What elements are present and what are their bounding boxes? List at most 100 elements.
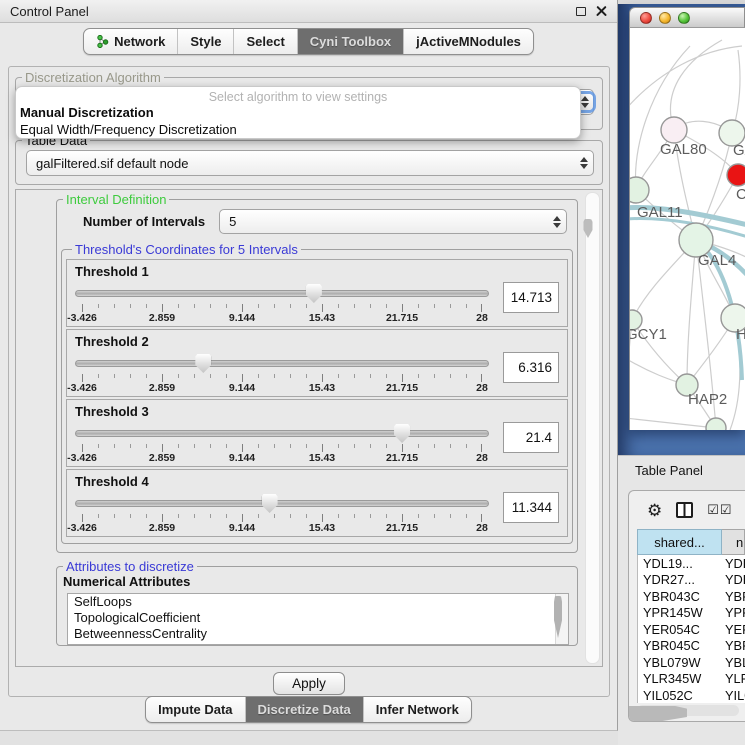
tab-jactivemnodules[interactable]: jActiveMNodules [403, 29, 533, 54]
control-panel-title: Control Panel [10, 4, 89, 19]
popup-item-equal-width-frequency[interactable]: Equal Width/Frequency Discretization [16, 121, 580, 138]
threshold-panel-1: Threshold 1 -3.426 [66, 259, 568, 327]
top-tabbar: Network Style Select Cyni Toolbox jActiv… [0, 23, 617, 59]
svg-text:GA: GA [733, 142, 745, 159]
network-view-window: GAL80 GA C GAL11 GAL4 GCY1 H HAP2 [629, 7, 745, 430]
list-item[interactable]: SelfLoops [68, 594, 568, 610]
numerical-attributes-list[interactable]: SelfLoops TopologicalCoefficient Between… [67, 593, 569, 645]
gear-icon[interactable]: ⚙ [647, 502, 662, 519]
table-panel-titlebar: Table Panel [618, 455, 745, 485]
node-partial-bottom[interactable] [706, 418, 726, 430]
table-row[interactable]: YER054CYER0 [638, 621, 745, 638]
node-gal80[interactable] [661, 117, 687, 143]
tab-network[interactable]: Network [84, 29, 177, 54]
numerical-attributes-label: Numerical Attributes [63, 574, 577, 589]
close-traffic-light-icon[interactable] [640, 12, 652, 24]
threshold-3-slider-thumb[interactable] [394, 424, 410, 443]
slider-track [75, 500, 489, 507]
tab-select[interactable]: Select [233, 29, 296, 54]
cyni-settings-panel: Discretization Algorithm Select algorith… [8, 66, 610, 697]
svg-text:GAL80: GAL80 [660, 141, 707, 158]
algorithm-dropdown-popup: Select algorithm to view settings Manual… [15, 86, 581, 139]
tab-impute-data[interactable]: Impute Data [146, 697, 244, 722]
svg-text:GAL4: GAL4 [698, 252, 736, 269]
tick-marks [82, 304, 482, 312]
float-window-icon[interactable] [576, 7, 586, 16]
table-row[interactable]: YPR145WYPR1 [638, 605, 745, 622]
close-icon[interactable] [596, 6, 607, 17]
table-row[interactable]: YBL079WYBL0 [638, 654, 745, 671]
threshold-4-value-field[interactable] [503, 492, 559, 523]
svg-text:HAP2: HAP2 [688, 391, 727, 408]
popup-item-manual-discretization[interactable]: Manual Discretization [16, 104, 580, 121]
table-data-combobox[interactable]: galFiltered.sif default node [26, 150, 594, 176]
tab-infer-network[interactable]: Infer Network [363, 697, 471, 722]
node-red-selected[interactable] [727, 164, 745, 186]
svg-text:GAL11: GAL11 [637, 204, 683, 221]
slider-track [75, 360, 489, 367]
network-icon [96, 35, 109, 48]
network-canvas[interactable]: GAL80 GA C GAL11 GAL4 GCY1 H HAP2 [629, 28, 745, 430]
discretization-algorithm-title: Discretization Algorithm [22, 70, 164, 85]
apply-button[interactable]: Apply [273, 672, 345, 695]
table-header-row: shared... n [629, 529, 745, 555]
settings-vertical-scrollbar[interactable] [585, 192, 600, 664]
table-horizontal-scrollbar[interactable] [637, 705, 739, 716]
threshold-4-slider[interactable]: -3.426 2.859 9.144 15.43 21.715 28 [75, 493, 489, 537]
table-panel-title: Table Panel [635, 463, 703, 478]
threshold-1-slider[interactable]: -3.426 2.859 9.144 15.43 21.715 28 [75, 283, 489, 327]
tick-marks [82, 374, 482, 382]
attributes-title: Attributes to discretize [63, 559, 197, 574]
threshold-panel-4: Threshold 4 -3.426 [66, 469, 568, 537]
threshold-3-slider[interactable]: -3.426 2.859 9.144 15.43 21.715 28 [75, 423, 489, 467]
bottom-tabbar: Impute Data Discretize Data Infer Networ… [0, 696, 617, 723]
list-item[interactable]: BetweennessCentrality [68, 626, 568, 642]
threshold-panel-2: Threshold 2 -3.426 [66, 329, 568, 397]
columns-icon[interactable] [676, 502, 693, 518]
thresholds-title: Threshold's Coordinates for 5 Intervals [72, 242, 301, 257]
column-header-shared-name[interactable]: shared... [637, 529, 722, 555]
zoom-traffic-light-icon[interactable] [678, 12, 690, 24]
threshold-1-value-field[interactable] [503, 282, 559, 313]
threshold-3-value-field[interactable] [503, 422, 559, 453]
svg-text:H: H [736, 326, 745, 343]
table-row[interactable]: YBR043CYBR0 [638, 588, 745, 605]
table-data-group: Table Data galFiltered.sif default node [15, 133, 603, 185]
svg-text:GCY1: GCY1 [630, 326, 667, 343]
threshold-2-value-field[interactable] [503, 352, 559, 383]
tab-style[interactable]: Style [177, 29, 233, 54]
screenshot-root: Control Panel Network [0, 0, 745, 745]
threshold-2-slider[interactable]: -3.426 2.859 9.144 15.43 21.715 28 [75, 353, 489, 397]
number-of-intervals-combobox[interactable]: 5 [219, 209, 567, 234]
table-row[interactable]: YLR345WYLR3 [638, 671, 745, 688]
minimize-traffic-light-icon[interactable] [659, 12, 671, 24]
node-gal11[interactable] [630, 177, 649, 203]
table-row[interactable]: YDR27...YDR2 [638, 572, 745, 589]
tab-discretize-data[interactable]: Discretize Data [245, 697, 363, 722]
table-row[interactable]: YBR045CYBR0 [638, 638, 745, 655]
interval-definition-title: Interval Definition [63, 192, 169, 207]
tab-cyni-toolbox[interactable]: Cyni Toolbox [297, 29, 403, 54]
algorithm-prompt: Select algorithm to view settings [16, 87, 580, 104]
combo-stepper-icon [550, 216, 566, 228]
scrollbar-thumb[interactable] [628, 706, 687, 722]
threshold-2-slider-thumb[interactable] [195, 354, 211, 373]
network-window-titlebar [629, 7, 745, 28]
table-row[interactable]: YDL19...YDL1 [638, 555, 745, 572]
threshold-1-slider-thumb[interactable] [306, 284, 322, 303]
list-item[interactable]: TopologicalCoefficient [68, 610, 568, 626]
tick-labels: -3.426 2.859 9.144 15.43 21.715 28 [82, 522, 482, 535]
list-scrollbar[interactable] [555, 594, 568, 644]
threshold-4-slider-thumb[interactable] [262, 494, 278, 513]
thresholds-group: Threshold's Coordinates for 5 Intervals … [61, 242, 573, 544]
interval-definition-group: Interval Definition Number of Intervals … [56, 192, 578, 553]
column-header-name[interactable]: n [722, 529, 745, 555]
table-panel-window: ⚙ ☑☑ shared... n YDL19...YDL1 YDR27...YD… [628, 490, 745, 722]
table-row[interactable]: YIL052CYIL0 [638, 687, 745, 703]
checkbox-icons[interactable]: ☑☑ [707, 502, 732, 518]
control-panel-window: Control Panel Network [0, 0, 618, 731]
attributes-group: Attributes to discretize Numerical Attri… [56, 559, 578, 646]
tick-labels: -3.426 2.859 9.144 15.43 21.715 28 [82, 452, 482, 465]
combo-stepper-icon [577, 157, 593, 169]
scrollbar-thumb[interactable] [584, 219, 593, 238]
